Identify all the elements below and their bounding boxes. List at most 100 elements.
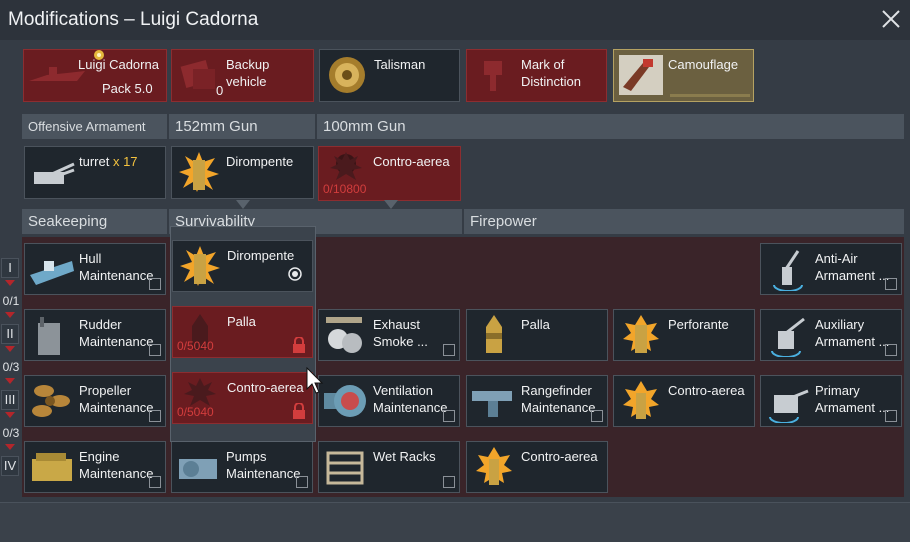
anti-air-armament-mod[interactable]: Anti-Air Armament ... [760,243,902,295]
propeller-maintenance-mod[interactable]: Propeller Maintenance [24,375,166,427]
dropdown-pointer-icon [384,200,398,209]
tier-arrow-icon [5,444,15,450]
contro-aerea-mod-1[interactable]: Contro-aerea [613,375,755,427]
backup-label: Backup vehicle [226,57,270,89]
dropdown-option-label: Contro-aerea [227,380,304,395]
shell-aa-icon [476,447,512,485]
anti-air-armament-checkbox[interactable] [885,278,897,290]
wet-racks-checkbox[interactable] [443,476,455,488]
wet-racks-mod[interactable]: Wet Racks [318,441,460,493]
rudder-maintenance-checkbox[interactable] [149,344,161,356]
exhaust-smoke-mod[interactable]: Exhaust Smoke ... [318,309,460,361]
ventilation-maintenance-checkbox[interactable] [443,410,455,422]
turret-label: turret x 17 [79,154,138,169]
tier-1-count: 0/1 [2,294,20,308]
aux-gun-icon [771,317,805,357]
smoke-icon [326,317,362,353]
rudder-maintenance-mod[interactable]: Rudder Maintenance [24,309,166,361]
tier-arrow-icon [5,412,15,418]
pumps-maintenance-mod[interactable]: Pumps Maintenance [171,441,313,493]
tier-3-count: 0/3 [2,426,20,440]
dropdown-option-palla[interactable]: Palla 0/5040 [172,306,313,358]
hull-maintenance-mod[interactable]: Hull Maintenance [24,243,166,295]
title-bar: Modifications – Luigi Cadorna [0,0,910,40]
close-icon[interactable] [880,8,902,30]
tier-1-label: I [1,258,19,278]
gun-100-ammo-progress: 0/10800 [323,182,367,196]
tier-3-label: III [1,390,19,410]
propeller-maintenance-checkbox[interactable] [149,410,161,422]
main-gun-icon [769,389,809,423]
aa-gun-icon [773,250,803,291]
auxiliary-armament-mod[interactable]: Auxiliary Armament ... [760,309,902,361]
dropdown-option-contro-aerea[interactable]: Contro-aerea 0/5040 [172,372,313,424]
contro-aerea-mod-2[interactable]: Contro-aerea [466,441,608,493]
dropdown-option-label: Palla [227,314,256,329]
selected-radio-icon[interactable] [288,267,302,281]
gun-152-header: 152mm Gun [169,114,315,139]
backup-count: 0 [216,83,224,98]
camouflage-slot[interactable]: Camouflage [613,49,754,102]
talisman-slot[interactable]: Talisman [319,49,460,102]
backup-vehicle-slot[interactable]: Backup vehicle 0 [171,49,314,102]
perforante-label: Perforante [668,317,729,332]
shell-ap-icon [486,315,502,353]
rangefinder-maintenance-mod[interactable]: Rangefinder Maintenance [466,375,608,427]
gun-100-header: 100mm Gun [317,114,904,139]
primary-armament-checkbox[interactable] [885,410,897,422]
contro-aerea-label-1: Contro-aerea [668,383,745,398]
dropdown-option-label: Dirompente [227,248,295,263]
window-title: Modifications – Luigi Cadorna [8,9,259,30]
shell-aa-icon [623,381,659,419]
exhaust-smoke-checkbox[interactable] [443,344,455,356]
primary-armament-mod[interactable]: Primary Armament ... [760,375,902,427]
premium-icon [94,50,104,60]
pump-icon [179,459,217,479]
tier-arrow-icon [5,346,15,352]
vehicle-name: Luigi Cadorna [78,57,159,72]
hull-maintenance-checkbox[interactable] [149,278,161,290]
contro-aerea-label-2: Contro-aerea [521,449,598,464]
engine-maintenance-mod[interactable]: Engine Maintenance [24,441,166,493]
gun-152-ammo-label: Dirompente [226,154,294,169]
dropdown-option-dirompente[interactable]: Dirompente [172,240,313,292]
lock-icon [293,337,305,353]
offensive-armament-header: Offensive Armament [22,114,167,139]
palla-label: Palla [521,317,550,332]
auxiliary-armament-checkbox[interactable] [885,344,897,356]
vehicle-pack: Pack 5.0 [102,81,153,96]
engine-maintenance-checkbox[interactable] [149,476,161,488]
hull-icon [30,261,74,285]
mark-of-distinction-slot[interactable]: Mark of Distinction [466,49,607,102]
palla-mod[interactable]: Palla [466,309,608,361]
gun-100-ammo-slot[interactable]: Contro-aerea 0/10800 [318,146,461,201]
lock-icon [293,403,305,419]
camouflage-label: Camouflage [668,57,739,72]
dropdown-option-progress: 0/5040 [177,339,214,353]
shell-he-icon [180,246,220,286]
firepower-header: Firepower [464,209,904,234]
turret-slot[interactable]: turret x 17 [24,146,166,199]
tier-arrow-icon [5,378,15,384]
ventilation-maintenance-mod[interactable]: Ventilation Maintenance [318,375,460,427]
tier-arrow-icon [5,280,15,286]
vehicle-slot[interactable]: Luigi Cadorna Pack 5.0 [23,49,167,102]
shell-he-icon [179,152,219,192]
wet-racks-label: Wet Racks [373,449,436,464]
camouflage-icon [619,55,663,95]
tier-4-label: IV [1,456,19,476]
rangefinder-icon [472,391,512,417]
camouflage-progress-bar [670,94,750,97]
tier-2-label: II [1,324,19,344]
pumps-maintenance-checkbox[interactable] [296,476,308,488]
talisman-label: Talisman [374,57,426,72]
gun-152-ammo-slot[interactable]: Dirompente [171,146,314,199]
dropdown-pointer-icon [236,200,250,209]
perforante-mod[interactable]: Perforante [613,309,755,361]
talisman-icon [329,57,365,93]
mark-icon [484,61,502,91]
propeller-icon [32,385,70,417]
ventilation-icon [324,385,366,417]
tier-arrow-icon [5,312,15,318]
rangefinder-maintenance-checkbox[interactable] [591,410,603,422]
